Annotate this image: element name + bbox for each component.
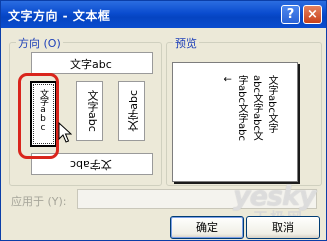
help-button[interactable]: ? [281, 5, 300, 24]
orientation-option-vertical-right[interactable]: 文字abc [76, 81, 103, 141]
apply-to-label: 应用于 (Y): [11, 195, 67, 208]
preview-line: 字abc文字abc [236, 75, 247, 141]
preview-line: 文字abc文字 [266, 75, 277, 133]
preview-line: abc文字abc文 [251, 75, 262, 141]
preview-legend: 预览 [173, 35, 199, 51]
mouse-cursor-icon [58, 122, 72, 143]
cancel-button[interactable]: 取消 [246, 216, 320, 239]
selection-highlight-ring [18, 73, 59, 159]
preview-arrow-icon: ↓ [221, 75, 232, 84]
orientation-legend: 方向 (O) [16, 35, 63, 51]
option-label: 文字abc [70, 158, 112, 171]
dialog-title: 文字方向 - 文本框 [8, 9, 111, 23]
preview-text: 文字abc文字 abc文字abc文 字abc文字abc ↓ [219, 75, 279, 141]
option-label: 文字abc [70, 58, 112, 71]
ok-button[interactable]: 确定 [170, 216, 244, 239]
title-bar[interactable]: 文字方向 - 文本框 ? × [1, 1, 326, 28]
orientation-option-vertical-left[interactable]: 文字abc [118, 81, 145, 141]
text-direction-dialog: 文字方向 - 文本框 ? × 方向 (O) 文字abc 文字abc 文字abc … [0, 0, 327, 241]
orientation-option-horizontal[interactable]: 文字abc [31, 52, 153, 74]
close-button[interactable]: × [303, 5, 322, 24]
preview-panel: 文字abc文字 abc文字abc文 字abc文字abc ↓ [172, 62, 298, 182]
option-label: 文字abc [127, 90, 140, 132]
option-label: 文字abc [86, 90, 99, 132]
